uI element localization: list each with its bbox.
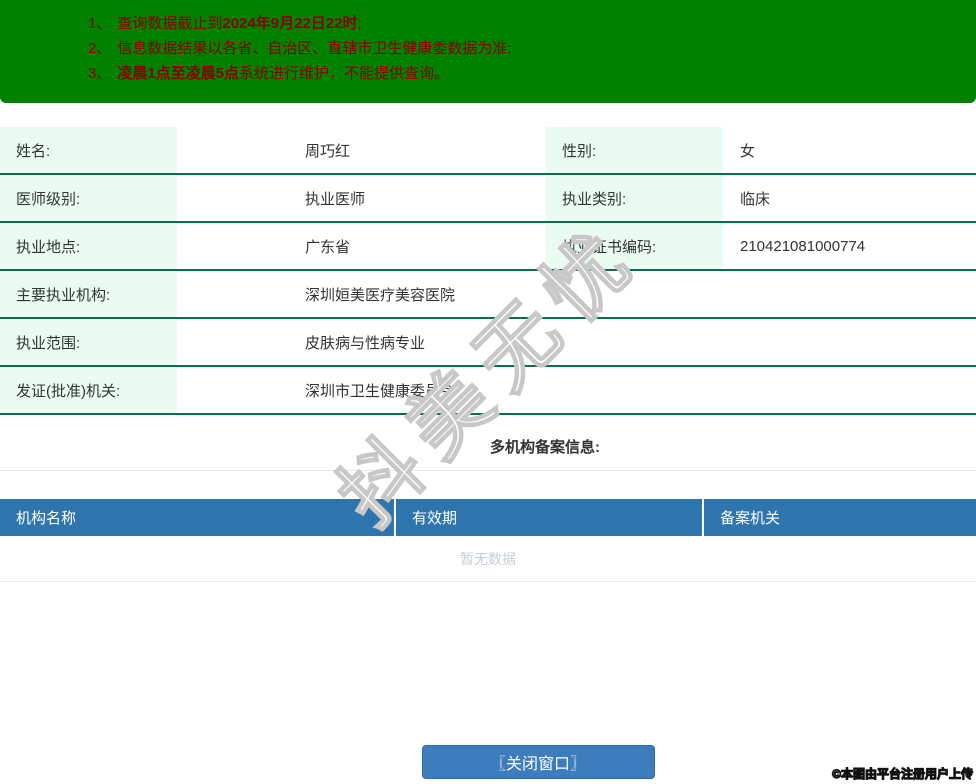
filing-authority-header: 备案机关	[703, 499, 976, 536]
gender-label: 性别:	[546, 127, 723, 175]
table-row-name-gender: 姓名: 周巧红 性别: 女	[0, 127, 976, 175]
gender-value: 女	[723, 127, 976, 175]
validity-period-header: 有效期	[395, 499, 704, 536]
practice-category-value: 临床	[723, 174, 976, 223]
notice-banner: 1、 查询数据截止到2024年9月22日22时; 2、 信息数据结果以各省、自治区、…	[0, 0, 976, 103]
license-query-result-page: { "notice": { "bg_color": "#008100", "te…	[0, 0, 976, 784]
doctor-level-label: 医师级别:	[0, 174, 177, 223]
table-row-location-license: 执业地点: 广东省 执业证书编码: 210421081000774	[0, 222, 976, 271]
notice-text: ;	[357, 15, 362, 32]
practitioner-details-table: 姓名: 周巧红 性别: 女 医师级别: 执业医师 执业类别: 临床 执业地点: …	[0, 127, 976, 415]
close-window-button[interactable]: 〖关闭窗口〗	[421, 745, 655, 779]
section-divider	[0, 470, 976, 471]
name-label: 姓名:	[0, 127, 177, 175]
notice-text: 信息数据结果以各省、自治区、直辖市卫生健康委数据为准;	[117, 40, 512, 57]
license-number-label: 执业证书编码:	[546, 222, 723, 271]
name-value: 周巧红	[177, 127, 546, 175]
no-data-placeholder: 暂无数据	[0, 536, 976, 582]
practice-scope-label: 执业范围:	[0, 318, 177, 367]
notice-number: 3、	[88, 65, 112, 82]
upload-credit-text: ©本图由平台注册用户上传	[832, 767, 974, 782]
issuing-authority-label: 发证(批准)机关:	[0, 366, 177, 415]
notice-line-2: 2、 信息数据结果以各省、自治区、直辖市卫生健康委数据为准;	[88, 36, 976, 61]
notice-line-1: 1、 查询数据截止到2024年9月22日22时;	[88, 11, 976, 36]
practice-location-label: 执业地点:	[0, 222, 177, 271]
notice-text-bold: 2024年9月22日22时	[222, 15, 358, 32]
practice-category-label: 执业类别:	[546, 174, 723, 223]
main-institution-value: 深圳姮美医疗美容医院	[177, 270, 976, 319]
notice-line-3: 3、 凌晨1点至凌晨5点系统进行维护，不能提供查询。	[88, 61, 976, 86]
institution-name-header: 机构名称	[0, 499, 396, 536]
multi-institution-records-table: 机构名称 有效期 备案机关 暂无数据	[0, 499, 976, 582]
notice-text-bold: 凌晨1点至凌晨5点	[117, 65, 240, 82]
notice-text: 查询数据截止到	[117, 15, 223, 32]
notice-number: 2、	[88, 40, 112, 57]
records-header-row: 机构名称 有效期 备案机关	[0, 499, 976, 536]
license-number-value: 210421081000774	[723, 222, 976, 271]
issuing-authority-value: 深圳市卫生健康委员会	[177, 366, 976, 415]
multi-institution-section-title: 多机构备案信息:	[490, 439, 600, 456]
notice-number: 1、	[88, 15, 112, 32]
notice-text: 系统进行维护，不能提供查询。	[239, 65, 450, 82]
practice-location-value: 广东省	[177, 222, 546, 271]
main-institution-label: 主要执业机构:	[0, 270, 177, 319]
practice-scope-value: 皮肤病与性病专业	[177, 318, 976, 367]
table-row-issuing-authority: 发证(批准)机关: 深圳市卫生健康委员会	[0, 366, 976, 415]
table-row-level-category: 医师级别: 执业医师 执业类别: 临床	[0, 174, 976, 223]
table-row-main-institution: 主要执业机构: 深圳姮美医疗美容医院	[0, 270, 976, 319]
records-empty-row: 暂无数据	[0, 536, 976, 582]
doctor-level-value: 执业医师	[177, 174, 546, 223]
table-row-practice-scope: 执业范围: 皮肤病与性病专业	[0, 318, 976, 367]
